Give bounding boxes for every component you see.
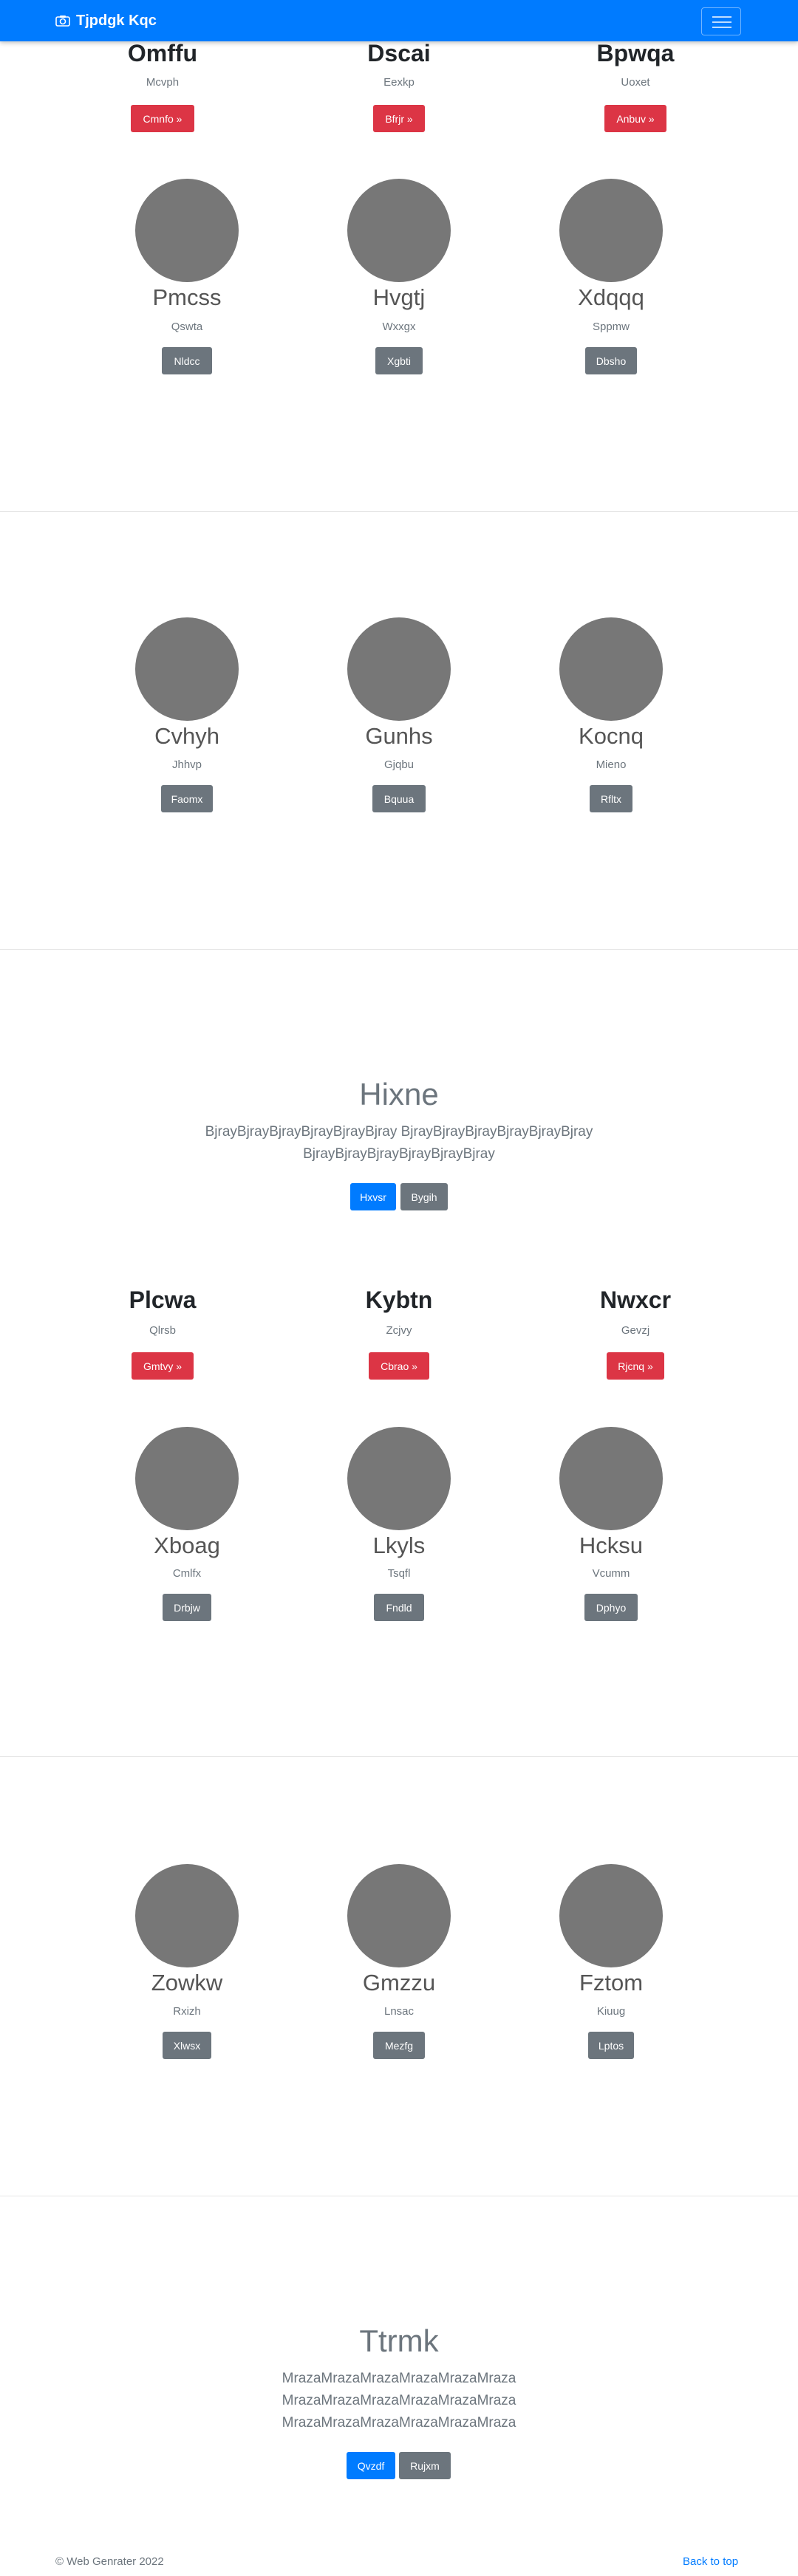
- avatar: [559, 1864, 663, 1967]
- feature-col: Bpwqa: [562, 40, 709, 68]
- feature-heading: Dscai: [367, 40, 431, 66]
- feature-button[interactable]: Cmnfo »: [131, 105, 194, 132]
- avatar: [559, 617, 663, 721]
- navbar-toggler-button[interactable]: [701, 7, 741, 35]
- avatar: [347, 1864, 451, 1967]
- member-name: Kocnq: [579, 723, 644, 749]
- member-name: Xboag: [154, 1532, 220, 1558]
- member-text: Jhhvp: [171, 758, 202, 771]
- jumbotron-lead: MrazaMrazaMrazaMrazaMrazaMraza MrazaMraz…: [282, 2371, 516, 2431]
- member-name: Hcksu: [579, 1532, 644, 1558]
- feature-button[interactable]: Gmtvy »: [132, 1352, 194, 1380]
- member-button[interactable]: Rfltx: [590, 785, 632, 812]
- member-name: Fztom: [579, 1970, 644, 1996]
- avatar: [135, 1864, 239, 1967]
- feature-heading: Omffu: [127, 40, 198, 66]
- jumbotron-title: Hixne: [359, 1077, 439, 1111]
- member-button[interactable]: Drbjw: [163, 1594, 211, 1621]
- avatar: [135, 1427, 239, 1530]
- feature-heading: Bpwqa: [596, 40, 675, 66]
- feature-button[interactable]: Bfrjr »: [373, 105, 425, 132]
- avatar: [559, 1427, 663, 1530]
- back-to-top-link[interactable]: Back to top: [683, 2555, 738, 2568]
- section-divider: [0, 511, 798, 512]
- hamburger-icon: [712, 16, 732, 18]
- member-name: Gmzzu: [362, 1970, 436, 1996]
- avatar: [559, 179, 663, 282]
- avatar: [135, 617, 239, 721]
- member-name: Pmcss: [152, 284, 222, 310]
- jumbotron-secondary-button[interactable]: Bygih: [400, 1183, 448, 1210]
- jumbotron-lead: BjrayBjrayBjrayBjrayBjrayBjray BjrayBjra…: [205, 1124, 593, 1162]
- member-name: Xdqqq: [578, 284, 644, 310]
- member-text: Sppmw: [592, 321, 630, 333]
- avatar: [135, 179, 239, 282]
- member-name: Hvgtj: [372, 284, 426, 310]
- member-button[interactable]: Dphyo: [584, 1594, 638, 1621]
- footer-copyright: © Web Genrater 2022: [55, 2555, 164, 2568]
- feature-col: Omffu: [89, 40, 236, 68]
- feature-text: Qlrsb: [149, 1324, 176, 1337]
- member-name: Cvhyh: [154, 723, 219, 749]
- feature-text: Zcjvy: [386, 1324, 412, 1337]
- member-text: Tsqfl: [387, 1567, 411, 1580]
- navbar: Tjpdgk Kqc: [0, 0, 798, 41]
- jumbotron-title: Ttrmk: [359, 2323, 439, 2358]
- jumbotron-primary-button[interactable]: Qvzdf: [347, 2452, 395, 2479]
- member-text: Lnsac: [383, 2005, 415, 2018]
- feature-text: Gevzj: [621, 1324, 650, 1337]
- feature-heading: Plcwa: [129, 1287, 197, 1313]
- member-button[interactable]: Xlwsx: [163, 2032, 211, 2059]
- section-divider: [0, 949, 798, 950]
- member-text: Mieno: [596, 758, 627, 771]
- jumbotron-secondary-button[interactable]: Rujxm: [399, 2452, 451, 2479]
- feature-text: Uoxet: [621, 76, 650, 89]
- member-button[interactable]: Faomx: [161, 785, 213, 812]
- avatar: [347, 617, 451, 721]
- member-name: Zowkw: [151, 1970, 223, 1996]
- member-text: Cmlfx: [172, 1567, 202, 1580]
- jumbotron-primary-button[interactable]: Hxvsr: [350, 1183, 396, 1210]
- feature-heading: Nwxcr: [599, 1287, 672, 1313]
- feature-button[interactable]: Cbrao »: [369, 1352, 429, 1380]
- member-button[interactable]: Xgbti: [375, 347, 423, 374]
- feature-heading: Kybtn: [365, 1287, 433, 1313]
- member-button[interactable]: Lptos: [588, 2032, 634, 2059]
- member-button[interactable]: Fndld: [374, 1594, 424, 1621]
- feature-button[interactable]: Anbuv »: [604, 105, 666, 132]
- member-button[interactable]: Bquua: [372, 785, 426, 812]
- feature-col: Dscai: [325, 40, 473, 68]
- member-button[interactable]: Nldcc: [162, 347, 212, 374]
- member-name: Gunhs: [365, 723, 433, 749]
- member-name: Lkyls: [372, 1532, 426, 1558]
- member-text: Rxizh: [173, 2005, 201, 2018]
- member-text: Qswta: [171, 321, 203, 333]
- section-divider: [0, 1756, 798, 1757]
- member-text: Kiuug: [596, 2005, 626, 2018]
- avatar: [347, 179, 451, 282]
- feature-text: Mcvph: [146, 76, 180, 89]
- camera-icon: [55, 16, 70, 27]
- member-button[interactable]: Dbsho: [585, 347, 637, 374]
- brand-text: Tjpdgk Kqc: [76, 12, 157, 29]
- feature-button[interactable]: Rjcnq »: [607, 1352, 664, 1380]
- avatar: [347, 1427, 451, 1530]
- member-text: Vcumm: [592, 1567, 630, 1580]
- member-text: Wxxgx: [382, 321, 416, 333]
- feature-text: Eexkp: [383, 76, 415, 89]
- member-button[interactable]: Mezfg: [373, 2032, 425, 2059]
- navbar-brand[interactable]: Tjpdgk Kqc: [55, 11, 157, 30]
- member-text: Gjqbu: [383, 758, 415, 771]
